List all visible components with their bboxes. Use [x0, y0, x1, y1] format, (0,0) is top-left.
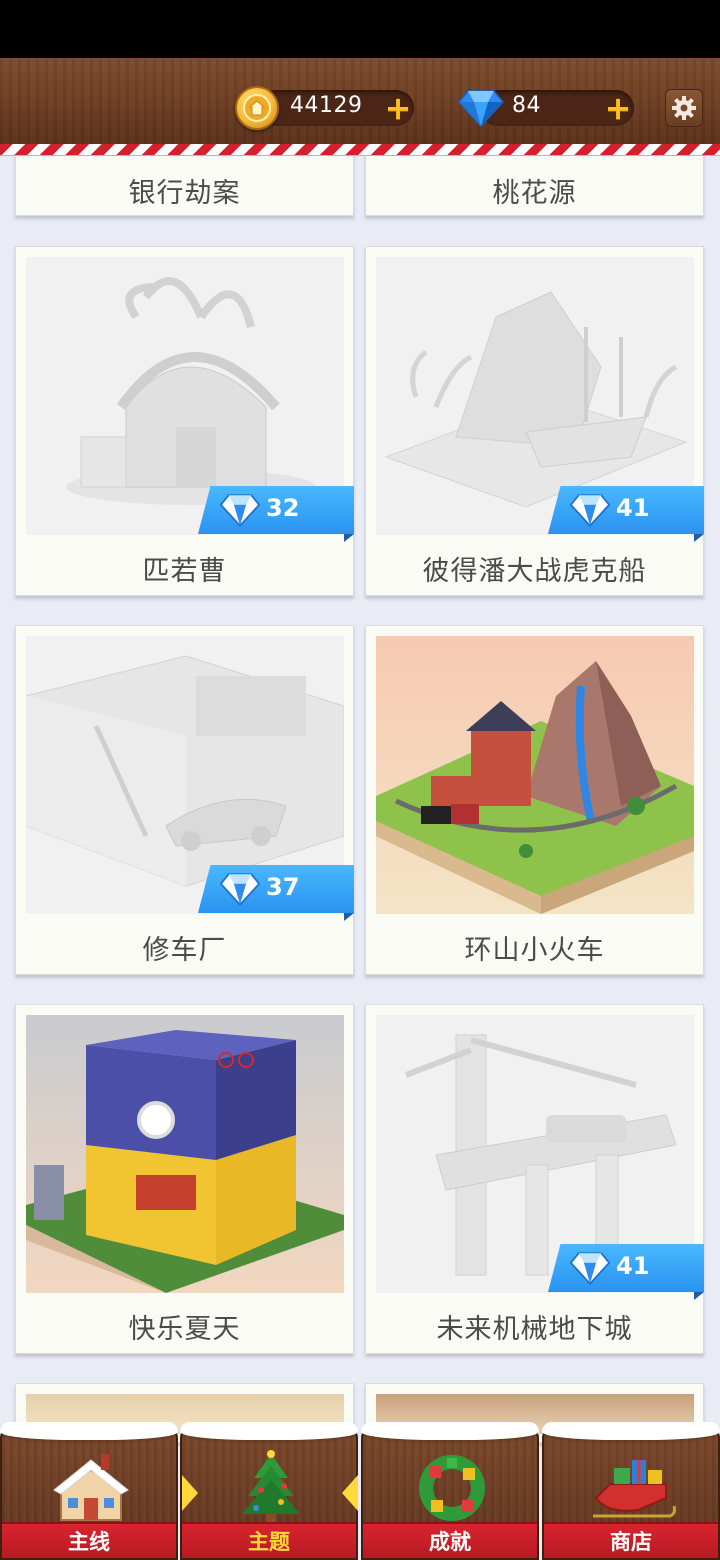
diamond-icon: [570, 494, 610, 527]
coin-icon: [235, 86, 279, 130]
card-title: 环山小火车: [464, 935, 605, 966]
bottom-navigation: 主线 主题 成就 商店: [0, 1418, 720, 1560]
card-title: 银行劫案: [128, 178, 241, 209]
gingerbread-house-icon: [53, 1454, 129, 1521]
card-title: 彼得潘大战虎克船: [422, 556, 647, 587]
tab-shop[interactable]: 商店: [542, 1422, 720, 1560]
card-title: 未来机械地下城: [436, 1314, 633, 1345]
add-coins-button[interactable]: +: [382, 92, 414, 124]
wreath-icon: [419, 1455, 485, 1521]
price-tag: 41: [548, 486, 704, 542]
theme-card-0[interactable]: 32 匹若曹: [15, 246, 354, 596]
card-title: 匹若曹: [142, 556, 227, 587]
coin-amount: 44129: [290, 93, 363, 118]
theme-card-1[interactable]: 41 彼得潘大战虎克船: [365, 246, 704, 596]
theme-card-peach-garden[interactable]: 桃花源: [365, 150, 704, 216]
theme-card-2[interactable]: 37 修车厂: [15, 625, 354, 975]
tab-main-line[interactable]: 主线: [0, 1422, 178, 1560]
theme-card-bank-heist[interactable]: 银行劫案: [15, 150, 354, 216]
tab-label: 主题: [248, 1530, 290, 1554]
card-thumbnail-mountain-train: [376, 636, 694, 914]
tab-label: 主线: [68, 1530, 110, 1554]
candy-cane-border: [0, 143, 720, 156]
gem-amount: 84: [512, 93, 541, 118]
price-amount: 32: [266, 494, 300, 522]
theme-card-4[interactable]: 快乐夏天: [15, 1004, 354, 1354]
price-amount: 41: [616, 1252, 650, 1280]
sleigh-gifts-icon: [593, 1460, 676, 1518]
price-amount: 37: [266, 873, 300, 901]
active-tab-left-arrow: [182, 1475, 198, 1511]
tab-themes[interactable]: 主题: [180, 1422, 358, 1560]
theme-card-5[interactable]: 41 未来机械地下城: [365, 1004, 704, 1354]
price-tag: 32: [198, 486, 354, 542]
card-thumbnail-summer-container: [26, 1015, 344, 1293]
settings-button[interactable]: [665, 89, 703, 127]
tab-label: 成就: [429, 1530, 471, 1554]
diamond-icon: [458, 90, 504, 128]
price-tag: 41: [548, 1244, 704, 1300]
card-title: 快乐夏天: [128, 1314, 241, 1345]
price-amount: 41: [616, 494, 650, 522]
price-tag: 37: [198, 865, 354, 921]
add-gems-button[interactable]: +: [602, 92, 634, 124]
christmas-tree-icon: [242, 1450, 300, 1522]
card-title: 桃花源: [492, 178, 577, 209]
tab-label: 商店: [610, 1530, 652, 1554]
diamond-icon: [570, 1252, 610, 1285]
diamond-icon: [220, 873, 260, 906]
status-bar: [0, 0, 720, 58]
gear-icon: [672, 96, 696, 120]
tab-achievements[interactable]: 成就: [361, 1422, 539, 1560]
active-tab-right-arrow: [342, 1475, 358, 1511]
theme-card-3[interactable]: 环山小火车: [365, 625, 704, 975]
diamond-icon: [220, 494, 260, 527]
card-title: 修车厂: [142, 935, 227, 966]
